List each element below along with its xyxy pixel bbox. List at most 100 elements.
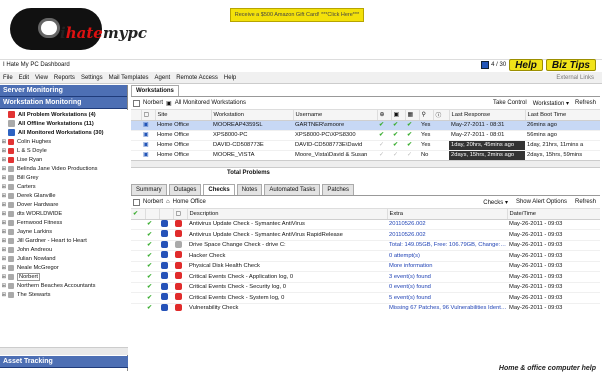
checks-breadcrumb-site[interactable]: Home Office — [173, 199, 206, 205]
tab-notes[interactable]: Notes — [236, 184, 263, 195]
checks-menu-button[interactable]: Checks ▾ — [483, 199, 508, 206]
workstation-menu-button[interactable]: Workstation ▾ — [533, 100, 569, 107]
expand-icon[interactable]: ⊞ — [0, 283, 8, 289]
expand-icon[interactable]: ⊞ — [0, 193, 8, 199]
tree-item[interactable]: ⊞ Belinda Jane Video Productions — [0, 164, 128, 173]
col-site[interactable]: Site — [155, 110, 212, 121]
menu-help[interactable]: Help — [224, 75, 236, 81]
tree-item[interactable]: ⊞ Neale McGregor — [0, 263, 128, 272]
tree-item[interactable]: ⊞ Colin Hughes — [0, 137, 128, 146]
breadcrumb-client[interactable]: Norbert — [143, 100, 163, 106]
tree-item[interactable]: ⊞ Carters — [0, 182, 128, 191]
tree-item[interactable]: All Offline Workstations (11) — [0, 119, 128, 128]
menu-agent[interactable]: Agent — [155, 75, 171, 81]
refresh-button[interactable]: Refresh — [575, 100, 596, 107]
check-row[interactable]: ✔ Hacker Check 0 attempt(s) May-26-2011 - 0… — [131, 250, 600, 262]
expand-icon[interactable]: ⊞ — [0, 274, 8, 280]
workstation-row[interactable]: ▣ Home Office XPS8000-PC XPS8000-PC\XPS8300… — [131, 130, 600, 141]
menu-view[interactable]: View — [35, 75, 48, 81]
checks-refresh-button[interactable]: Refresh — [575, 199, 596, 206]
tree-item[interactable]: ⊞ Dover Hardware — [0, 200, 128, 209]
workstation-row[interactable]: ▣ Home Office MOOREAP4359SL GARTNER\smoore ✔… — [131, 120, 600, 131]
ws-horizontal-scrollbar[interactable] — [131, 160, 600, 168]
help-button[interactable]: Help — [509, 59, 543, 71]
checks-breadcrumb-client[interactable]: Norbert — [143, 199, 163, 205]
expand-icon[interactable]: ⊞ — [0, 148, 8, 154]
tree-item[interactable]: ⊞ Lise Ryan — [0, 155, 128, 164]
check-row[interactable]: ✔ Antivirus Update Check - Symantec AntiV… — [131, 229, 600, 241]
col-workstation[interactable]: Workstation — [211, 110, 294, 121]
check-row[interactable]: ✔ Drive Space Change Check - drive C: Tota… — [131, 240, 600, 251]
show-alert-options-button[interactable]: Show Alert Options — [516, 199, 567, 206]
expand-icon[interactable]: ⊞ — [0, 220, 8, 226]
tree-item[interactable]: ⊞ Julian Nowland — [0, 254, 128, 263]
col-username[interactable]: Username — [293, 110, 378, 121]
menu-settings[interactable]: Settings — [81, 75, 103, 81]
expand-icon[interactable]: ⊞ — [0, 202, 8, 208]
tree-item[interactable]: All Monitored Workstations (30) — [0, 128, 128, 137]
check-extra[interactable]: Missing 67 Patches, 96 Vulnerabilities I… — [387, 303, 507, 313]
expand-icon[interactable]: ⊞ — [0, 256, 8, 262]
promo-banner[interactable]: Receive a $500 Amazon Gift Card! ***Clic… — [230, 8, 364, 22]
check-row[interactable]: ✔ Vulnerability Check Missing 67 Patches, … — [131, 303, 600, 313]
menu-reports[interactable]: Reports — [54, 75, 75, 81]
expand-icon[interactable]: ⊞ — [0, 211, 8, 217]
tree-item[interactable]: ⊞ Fernwood Fitness — [0, 218, 128, 227]
tree-item[interactable]: ⊞ John Andreou — [0, 245, 128, 254]
menu-mail-templates[interactable]: Mail Templates — [109, 75, 149, 81]
menu-remote-access[interactable]: Remote Access — [176, 75, 218, 81]
asset-tracking-header[interactable]: Asset Tracking — [0, 356, 128, 368]
tab-checks[interactable]: Checks — [203, 184, 235, 195]
server-monitoring-header[interactable]: Server Monitoring — [0, 85, 127, 97]
col-description[interactable]: Description — [187, 209, 388, 220]
tab-workstations[interactable]: Workstations — [131, 85, 179, 96]
external-links[interactable]: External Links — [556, 75, 594, 81]
biz-tips-button[interactable]: Biz Tips — [545, 59, 596, 71]
col-extra[interactable]: Extra — [387, 209, 508, 220]
check-row[interactable]: ✔ Critical Events Check - System log, 05 … — [131, 292, 600, 304]
tab-patches[interactable]: Patches — [322, 184, 355, 195]
tree-item[interactable]: ⊞ L & S Doyle — [0, 146, 128, 155]
check-extra[interactable]: 5 event(s) found — [387, 292, 507, 304]
menu-file[interactable]: File — [3, 75, 13, 81]
menu-edit[interactable]: Edit — [19, 75, 29, 81]
check-extra[interactable]: 20110526.002 — [387, 229, 507, 241]
workstation-monitoring-header[interactable]: Workstation Monitoring — [0, 97, 127, 109]
check-row[interactable]: ✔ Critical Events Check - Application log… — [131, 271, 600, 283]
expand-icon[interactable]: ⊞ — [0, 166, 8, 172]
tree-item[interactable]: ⊞ Northern Beaches Accountants — [0, 281, 128, 290]
col-datetime[interactable]: Date/Time — [507, 209, 600, 220]
expand-icon[interactable]: ⊞ — [0, 157, 8, 163]
check-extra[interactable]: More information — [387, 261, 507, 272]
expand-icon[interactable]: ⊞ — [0, 247, 8, 253]
check-row[interactable]: ✔ Antivirus Update Check - Symantec AntiV… — [131, 219, 600, 230]
check-extra[interactable]: 3 event(s) found — [387, 271, 507, 283]
col-last-boot[interactable]: Last Boot Time — [525, 110, 600, 121]
tree-item[interactable]: ⊞ Jill Gardner - Heart to Heart — [0, 236, 128, 245]
check-extra[interactable]: 20110526.002 — [387, 219, 507, 230]
expand-icon[interactable]: ⊞ — [0, 238, 8, 244]
col-last-response[interactable]: Last Response — [449, 110, 526, 121]
expand-icon[interactable]: ⊞ — [0, 139, 8, 145]
tab-summary[interactable]: Summary — [131, 184, 167, 195]
left-scrollbar[interactable] — [0, 347, 128, 355]
expand-icon[interactable]: ⊞ — [0, 265, 8, 271]
tree-item[interactable]: ⊞ Derek Glanville — [0, 191, 128, 200]
tree-item[interactable]: ⊞ Bill Grey — [0, 173, 128, 182]
workstation-row[interactable]: ▣ Home Office MOORE_VISTA Moore_Vista\David… — [131, 150, 600, 160]
tree-item[interactable]: All Problem Workstations (4) — [0, 110, 128, 119]
expand-icon[interactable]: ⊞ — [0, 175, 8, 181]
tab-automated-tasks[interactable]: Automated Tasks — [264, 184, 321, 195]
workstation-row[interactable]: ▣ Home Office DAVID-CD508773E DAVID-CD50877… — [131, 140, 600, 151]
tree-item[interactable]: ⊞ Norbert — [0, 272, 128, 281]
breadcrumb-scope[interactable]: All Monitored Workstations — [175, 100, 246, 106]
check-row[interactable]: ✔ Physical Disk Health Check More informat… — [131, 261, 600, 272]
tree-item[interactable]: ⊞ dts WORLDWIDE — [0, 209, 128, 218]
tab-outages[interactable]: Outages — [168, 184, 202, 195]
check-extra[interactable]: 0 event(s) found — [387, 282, 507, 293]
check-extra[interactable]: Total: 149.05GB, Free: 106.79GB, Change:… — [387, 240, 507, 251]
expand-icon[interactable]: ⊞ — [0, 229, 8, 235]
tree-item[interactable]: ⊞ The Stewarts — [0, 290, 128, 299]
tree-item[interactable]: ⊞ Jayne Larkins — [0, 227, 128, 236]
take-control-button[interactable]: Take Control — [493, 100, 527, 107]
